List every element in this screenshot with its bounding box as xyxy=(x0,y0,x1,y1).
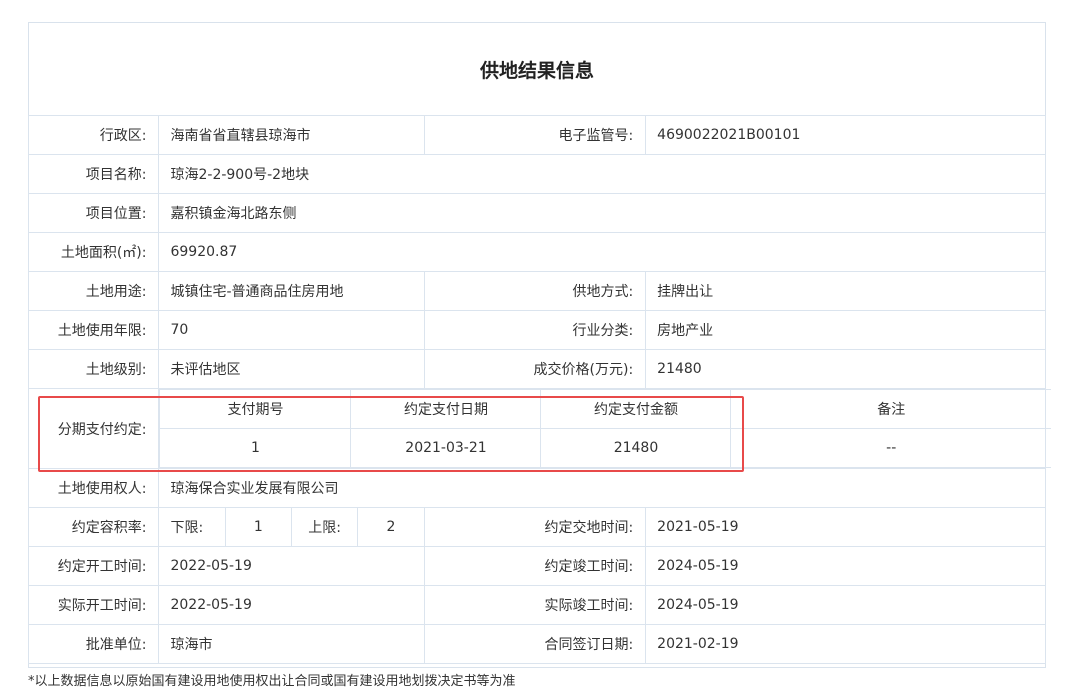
table-row: 约定容积率: 下限: 1 上限: 2 约定交地时间: 2021-05-19 xyxy=(27,507,1046,547)
finish-label: 约定竣工时间: xyxy=(423,546,647,586)
name-value: 琼海2-2-900号-2地块 xyxy=(158,154,1046,194)
table-row: 批准单位: 琼海市 合同签订日期: 2021-02-19 xyxy=(27,624,1046,664)
installment-row: 分期支付约定: 支付期号 约定支付日期 约定支付金额 备注 1 2021-03-… xyxy=(27,388,1051,469)
admin-label: 行政区: xyxy=(27,115,160,155)
approver-value: 琼海市 xyxy=(158,624,425,664)
table-row: 土地使用年限: 70 行业分类: 房地产业 xyxy=(27,310,1046,350)
installment-data-row: 1 2021-03-21 21480 -- xyxy=(159,428,1051,468)
years-label: 土地使用年限: xyxy=(27,310,160,350)
admin-value: 海南省省直辖县琼海市 xyxy=(158,115,425,155)
start-value: 2022-05-19 xyxy=(158,546,425,586)
table-row: 项目位置: 嘉积镇金海北路东侧 xyxy=(27,193,1046,233)
table-row: 土地使用权人: 琼海保合实业发展有限公司 xyxy=(27,468,1046,508)
contract-value: 2021-02-19 xyxy=(645,624,1046,664)
use-label: 土地用途: xyxy=(27,271,160,311)
table-row: 土地面积(㎡): 69920.87 xyxy=(27,232,1046,272)
installment-header-date: 约定支付日期 xyxy=(350,389,542,429)
installment-label: 分期支付约定: xyxy=(27,388,160,469)
use-value: 城镇住宅-普通商品住房用地 xyxy=(158,271,425,311)
far-upper-value: 2 xyxy=(357,507,425,547)
price-label: 成交价格(万元): xyxy=(423,349,647,389)
table-row: 项目名称: 琼海2-2-900号-2地块 xyxy=(27,154,1046,194)
installment-table: 支付期号 约定支付日期 约定支付金额 备注 1 2021-03-21 21480… xyxy=(159,389,1051,468)
actual-finish-label: 实际竣工时间: xyxy=(423,585,647,625)
actual-start-value: 2022-05-19 xyxy=(158,585,425,625)
owner-value: 琼海保合实业发展有限公司 xyxy=(158,468,1046,508)
code-value: 4690022021B00101 xyxy=(645,115,1046,155)
contract-label: 合同签订日期: xyxy=(423,624,647,664)
far-lower-value: 1 xyxy=(224,507,293,547)
price-value: 21480 xyxy=(645,349,1046,389)
table-row: 土地级别: 未评估地区 成交价格(万元): 21480 xyxy=(27,349,1046,389)
grade-value: 未评估地区 xyxy=(158,349,425,389)
area-value: 69920.87 xyxy=(158,232,1046,272)
approver-label: 批准单位: xyxy=(27,624,160,664)
installment-header-amount: 约定支付金额 xyxy=(540,389,732,429)
installment-remark: -- xyxy=(730,428,1051,468)
far-label: 约定容积率: xyxy=(27,507,160,547)
table-row: 行政区: 海南省省直辖县琼海市 电子监管号: 4690022021B00101 xyxy=(27,115,1046,155)
table-row: 约定开工时间: 2022-05-19 约定竣工时间: 2024-05-19 xyxy=(27,546,1046,586)
table-row: 实际开工时间: 2022-05-19 实际竣工时间: 2024-05-19 xyxy=(27,585,1046,625)
handover-label: 约定交地时间: xyxy=(423,507,647,547)
supply-value: 挂牌出让 xyxy=(645,271,1046,311)
far-upper-label: 上限: xyxy=(291,507,359,547)
years-value: 70 xyxy=(158,310,425,350)
footnote: *以上数据信息以原始国有建设用地使用权出让合同或国有建设用地划拨决定书等为准 xyxy=(28,674,516,689)
supply-label: 供地方式: xyxy=(423,271,647,311)
installment-period: 1 xyxy=(159,428,352,468)
actual-start-label: 实际开工时间: xyxy=(27,585,160,625)
handover-value: 2021-05-19 xyxy=(645,507,1046,547)
code-label: 电子监管号: xyxy=(423,115,647,155)
industry-value: 房地产业 xyxy=(645,310,1046,350)
far-lower-label: 下限: xyxy=(158,507,226,547)
location-value: 嘉积镇金海北路东侧 xyxy=(158,193,1046,233)
info-table: 行政区: 海南省省直辖县琼海市 电子监管号: 4690022021B00101 … xyxy=(27,115,1051,664)
owner-label: 土地使用权人: xyxy=(27,468,160,508)
area-label: 土地面积(㎡): xyxy=(27,232,160,272)
installment-amount: 21480 xyxy=(540,428,732,468)
table-row: 土地用途: 城镇住宅-普通商品住房用地 供地方式: 挂牌出让 xyxy=(27,271,1046,311)
installment-cell: 支付期号 约定支付日期 约定支付金额 备注 1 2021-03-21 21480… xyxy=(158,388,1051,469)
industry-label: 行业分类: xyxy=(423,310,647,350)
installment-header-remark: 备注 xyxy=(730,389,1051,429)
finish-value: 2024-05-19 xyxy=(645,546,1046,586)
actual-finish-value: 2024-05-19 xyxy=(645,585,1046,625)
start-label: 约定开工时间: xyxy=(27,546,160,586)
location-label: 项目位置: xyxy=(27,193,160,233)
grade-label: 土地级别: xyxy=(27,349,160,389)
installment-header-row: 支付期号 约定支付日期 约定支付金额 备注 xyxy=(159,389,1051,429)
name-label: 项目名称: xyxy=(27,154,160,194)
installment-date: 2021-03-21 xyxy=(350,428,542,468)
installment-header-period: 支付期号 xyxy=(159,389,352,429)
page-title: 供地结果信息 xyxy=(479,59,594,82)
